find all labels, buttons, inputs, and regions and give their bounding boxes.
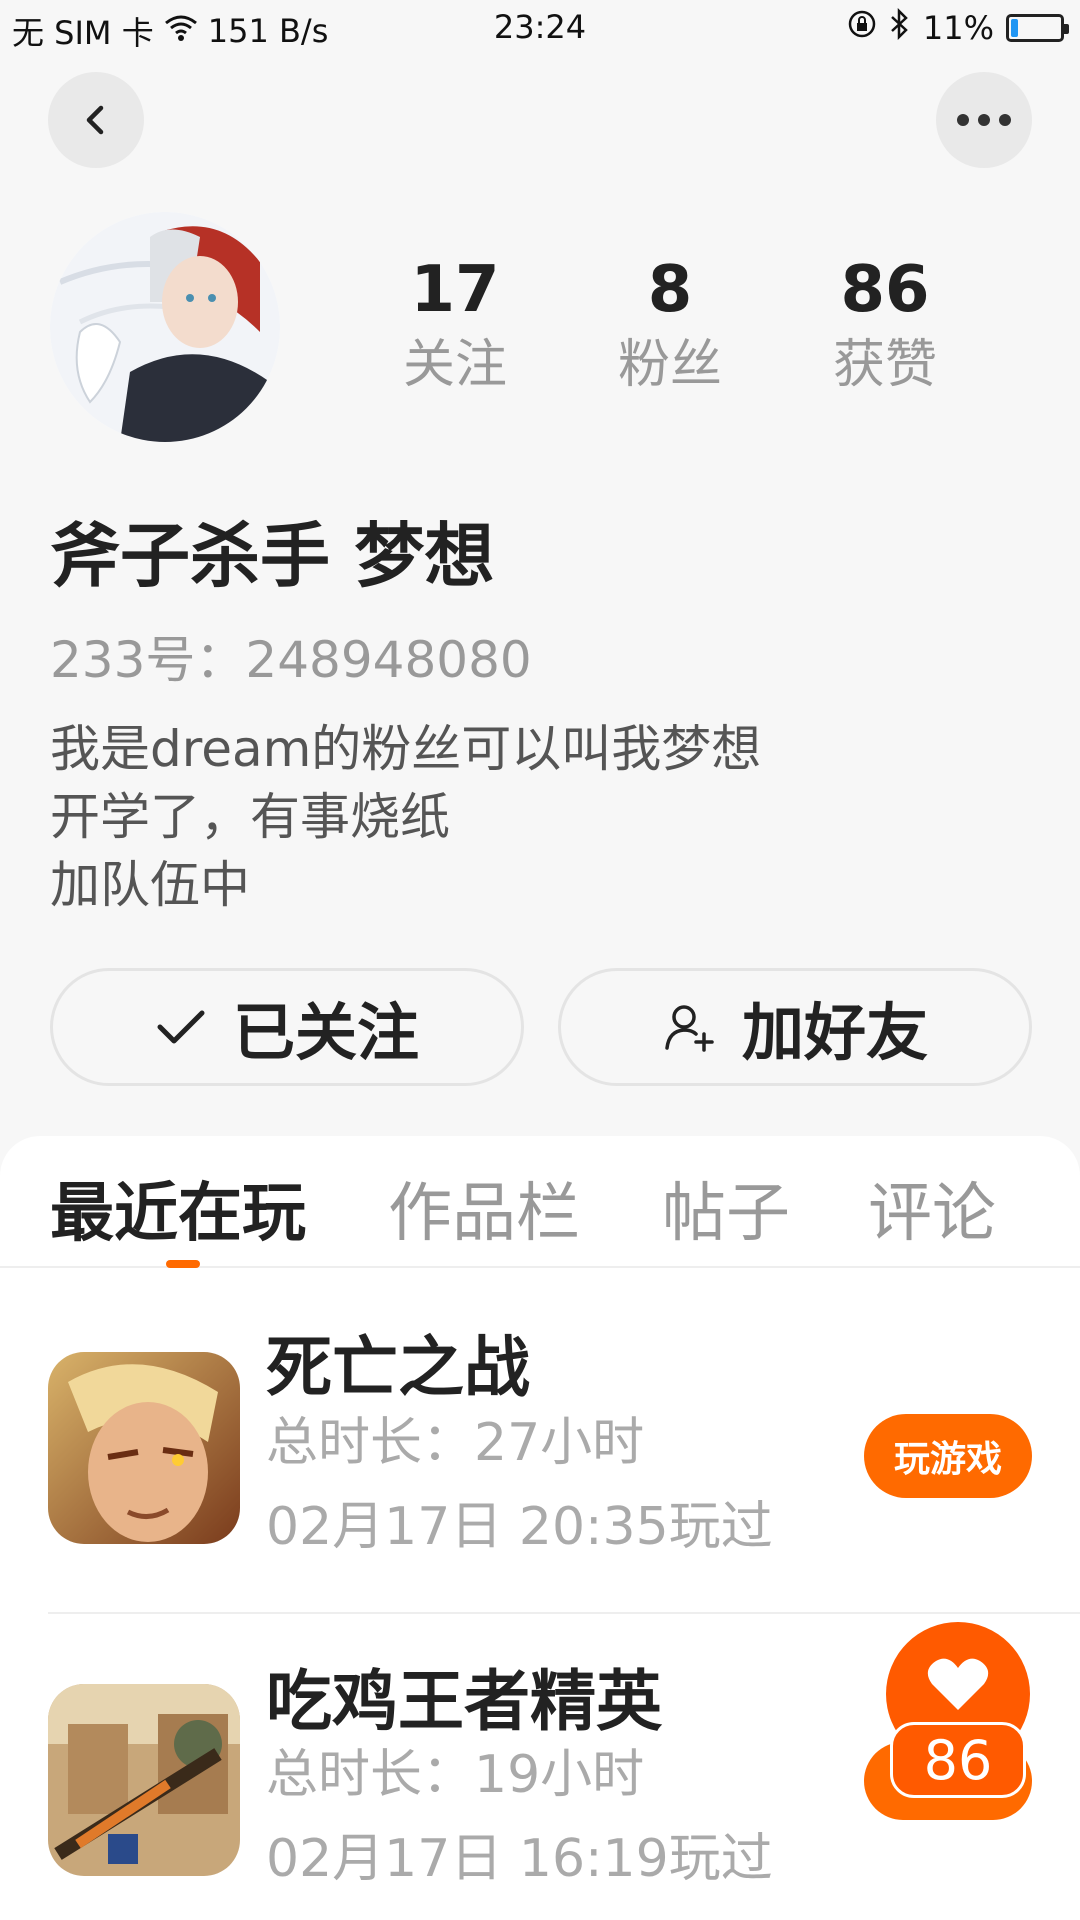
add-friend-label: 加好友 [741,996,928,1069]
game-icon [48,1684,240,1876]
status-right: 11% [847,7,1069,48]
add-friend-button[interactable]: 加好友 [558,968,1032,1086]
stat-following[interactable]: 17 关注 [370,250,540,400]
play-game-button[interactable]: 玩游戏 [864,1414,1032,1498]
add-user-icon [665,1005,714,1052]
profile-stats: 17 关注 8 粉丝 86 获赞 [370,250,970,400]
bluetooth-icon [889,7,911,48]
following-label: 关注 [402,335,507,395]
tab-comments[interactable]: 评论 [868,1162,996,1254]
like-count: 86 [890,1722,1026,1798]
battery-percent: 11% [922,9,994,47]
game-last-played: 02月17日 20:35玩过 [266,1497,773,1557]
back-button[interactable] [48,72,144,168]
fans-label: 粉丝 [617,335,722,395]
stat-likes[interactable]: 86 获赞 [800,250,970,400]
game-icon [48,1352,240,1544]
bio-line: 我是dream的粉丝可以叫我梦想 [50,720,762,778]
tab-bar: 最近在玩 作品栏 帖子 评论 [0,1136,1080,1268]
rotation-lock-icon [847,9,877,47]
game-title: 吃鸡王者精英 [266,1663,662,1740]
heart-icon [927,1658,989,1710]
username: 斧子杀手 梦想 [50,515,495,597]
followed-button[interactable]: 已关注 [50,968,524,1086]
stat-fans[interactable]: 8 粉丝 [585,250,755,400]
check-icon [157,1010,205,1044]
tab-works[interactable]: 作品栏 [388,1162,580,1254]
game-list-item[interactable]: 死亡之战 总时长：27小时 02月17日 20:35玩过 玩游戏 [0,1268,1080,1600]
bio-line: 加队伍中 [50,856,250,914]
tab-posts[interactable]: 帖子 [662,1162,790,1254]
bio-line: 开学了，有事烧纸 [50,788,450,846]
likes-label: 获赞 [832,335,937,395]
chevron-left-icon [86,105,104,135]
likes-count: 86 [840,253,930,327]
status-bar: 无 SIM 卡 151 B/s 23:24 11% [0,0,1080,56]
like-badge[interactable]: 86 [864,1622,1044,1822]
more-button[interactable] [936,72,1032,168]
followed-label: 已关注 [232,996,419,1069]
profile-page: 无 SIM 卡 151 B/s 23:24 11% 17 关注 8 粉丝 86 … [0,0,1080,1920]
fans-count: 8 [647,253,693,327]
more-horizontal-icon [957,114,1011,126]
game-last-played: 02月17日 16:19玩过 [266,1829,773,1889]
user-id: 233号：248948080 [50,631,532,689]
bio: 我是dream的粉丝可以叫我梦想 开学了，有事烧纸 加队伍中 [50,715,761,919]
avatar[interactable] [50,212,280,442]
game-duration: 总时长：19小时 [266,1745,645,1805]
game-duration: 总时长：27小时 [266,1413,645,1473]
game-title: 死亡之战 [266,1329,530,1406]
following-count: 17 [410,253,500,327]
tab-recently-played[interactable]: 最近在玩 [50,1162,306,1254]
battery-icon [1006,14,1069,42]
active-tab-indicator [166,1260,200,1268]
